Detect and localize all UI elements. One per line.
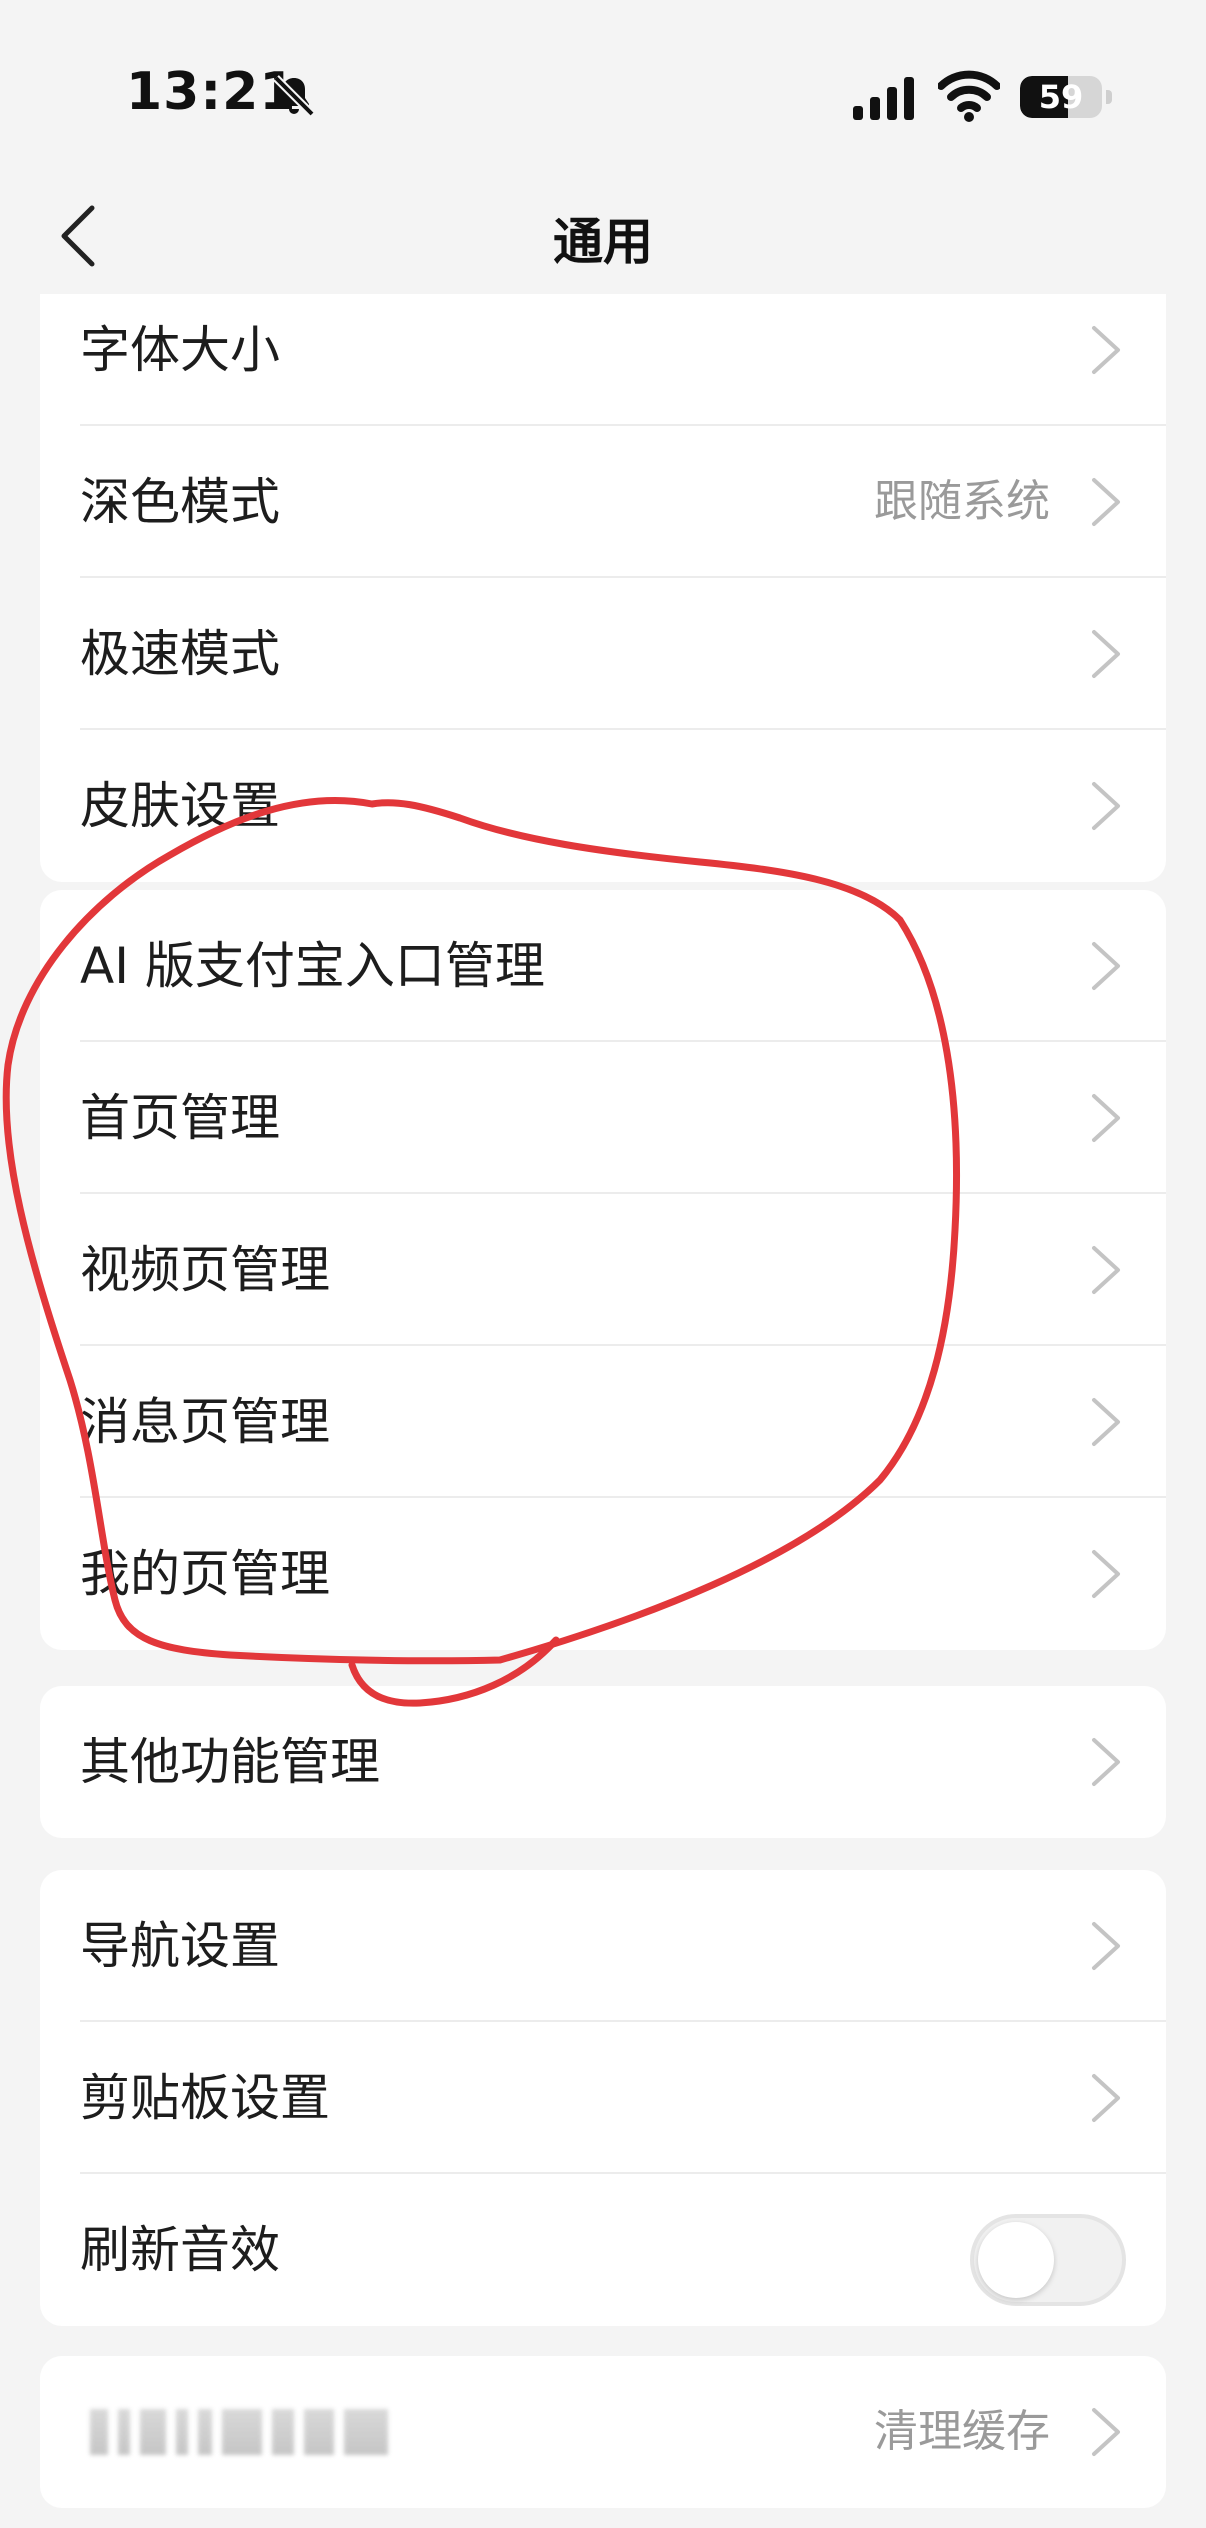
settings-card-2: AI 版支付宝入口管理 首页管理视频页管理消息页管理我的页管理 xyxy=(40,890,1166,1650)
chevron-right-icon xyxy=(1092,1094,1120,1142)
row-label: 深色模式 xyxy=(80,473,280,531)
toggle-knob xyxy=(978,2222,1054,2298)
row-label: 皮肤设置 xyxy=(80,777,280,835)
row-label: 剪贴板设置 xyxy=(80,2069,330,2127)
settings-row[interactable]: 我的页管理 xyxy=(40,1498,1166,1650)
row-label: AI 版支付宝入口管理 xyxy=(80,937,545,995)
page-title: 通用 xyxy=(553,213,653,271)
settings-row[interactable]: 消息页管理 xyxy=(40,1346,1166,1498)
redacted-label xyxy=(90,2402,430,2462)
cellular-signal-icon xyxy=(853,77,914,120)
wifi-icon xyxy=(938,70,1000,122)
bell-slash-icon xyxy=(273,75,315,117)
settings-row[interactable]: AI 版支付宝入口管理 xyxy=(40,890,1166,1042)
row-label: 其他功能管理 xyxy=(80,1733,380,1791)
row-value: 跟随系统 xyxy=(874,476,1050,527)
chevron-right-icon xyxy=(1092,1550,1120,1598)
settings-row[interactable]: 字体大小 xyxy=(40,294,1166,426)
battery-percent: 59 xyxy=(1038,78,1084,116)
row-label: 字体大小 xyxy=(80,321,280,379)
settings-row[interactable]: 导航设置 xyxy=(40,1870,1166,2022)
settings-row[interactable]: 首页管理 xyxy=(40,1042,1166,1194)
row-label: 极速模式 xyxy=(80,625,280,683)
chevron-right-icon xyxy=(1092,478,1120,526)
settings-row[interactable]: 视频页管理 xyxy=(40,1194,1166,1346)
chevron-right-icon xyxy=(1092,630,1120,678)
settings-row[interactable]: 清理缓存 xyxy=(40,2356,1166,2508)
battery-body: 59 xyxy=(1020,76,1102,118)
status-bar: 13:21 59 xyxy=(0,0,1206,190)
chevron-right-icon xyxy=(1092,2074,1120,2122)
row-label: 消息页管理 xyxy=(80,1393,330,1451)
chevron-right-icon xyxy=(1092,782,1120,830)
row-label: 我的页管理 xyxy=(80,1545,330,1603)
row-label: 视频页管理 xyxy=(80,1241,330,1299)
settings-card-3: 其他功能管理 xyxy=(40,1686,1166,1838)
settings-row[interactable]: 剪贴板设置 xyxy=(40,2022,1166,2174)
settings-row[interactable]: 极速模式 xyxy=(40,578,1166,730)
battery-indicator: 59 xyxy=(1020,76,1112,118)
chevron-right-icon xyxy=(1092,1738,1120,1786)
settings-list[interactable]: 字体大小深色模式 跟随系统极速模式皮肤设置 AI 版支付宝入口管理 首页管理视频页管理… xyxy=(0,294,1206,2528)
refresh-sound-toggle[interactable] xyxy=(970,2214,1126,2306)
settings-row[interactable]: 其他功能管理 xyxy=(40,1686,1166,1838)
row-value: 清理缓存 xyxy=(874,2406,1050,2457)
chevron-right-icon xyxy=(1092,942,1120,990)
toggle-row[interactable]: 刷新音效 xyxy=(40,2174,1166,2326)
settings-row[interactable]: 深色模式 跟随系统 xyxy=(40,426,1166,578)
settings-card-5: 清理缓存 xyxy=(40,2356,1166,2508)
chevron-right-icon xyxy=(1092,1922,1120,1970)
chevron-right-icon xyxy=(1092,1398,1120,1446)
chevron-right-icon xyxy=(1092,2408,1120,2456)
settings-row[interactable]: 皮肤设置 xyxy=(40,730,1166,882)
row-label: 刷新音效 xyxy=(80,2221,280,2279)
nav-bar: 通用 xyxy=(0,180,1206,290)
row-label: 首页管理 xyxy=(80,1089,280,1147)
chevron-right-icon xyxy=(1092,326,1120,374)
chevron-right-icon xyxy=(1092,1246,1120,1294)
row-label: 导航设置 xyxy=(80,1917,280,1975)
battery-cap xyxy=(1106,90,1112,104)
settings-card-1: 字体大小深色模式 跟随系统极速模式皮肤设置 xyxy=(40,294,1166,882)
settings-card-4: 导航设置剪贴板设置刷新音效 xyxy=(40,1870,1166,2326)
